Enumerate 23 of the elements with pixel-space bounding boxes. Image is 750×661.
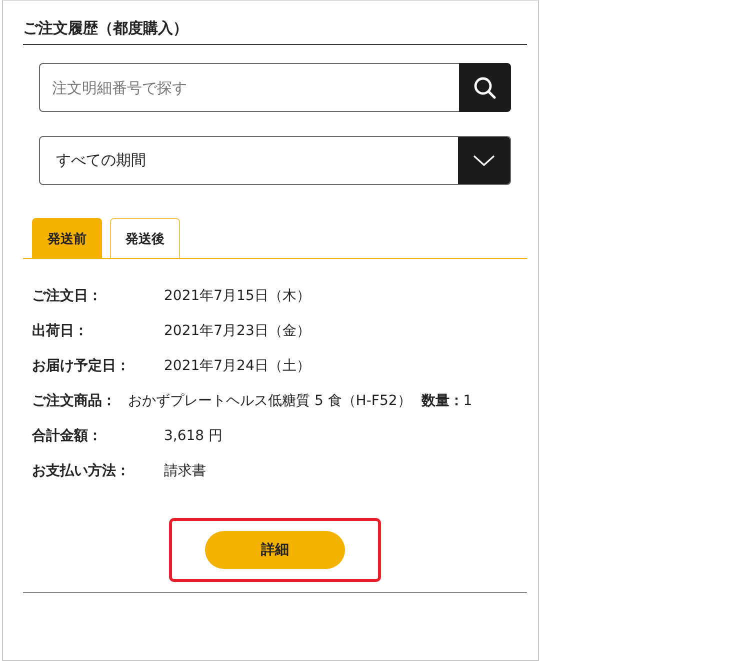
- field-value: 請求書: [164, 462, 206, 480]
- search-button[interactable]: [459, 63, 511, 112]
- field-value: 3,618 円: [164, 427, 223, 445]
- field-label: 出荷日：: [32, 322, 89, 340]
- search-field[interactable]: 注文明細番号で探す: [39, 63, 459, 112]
- tab[interactable]: 発送前: [32, 218, 102, 258]
- period-dropdown[interactable]: すべての期間: [39, 136, 511, 185]
- page-heading: ご注文履歴（都度購入）: [23, 1, 527, 45]
- field-label: お届け予定日：: [32, 357, 131, 375]
- field-value: 2021年7月23日（金）: [164, 322, 310, 340]
- detail-button[interactable]: 詳細: [205, 531, 345, 569]
- field-value: 2021年7月15日（木）: [164, 287, 310, 305]
- field-label: 合計金額：: [32, 427, 103, 445]
- search-icon: [473, 76, 497, 100]
- tab[interactable]: 発送後: [110, 218, 180, 258]
- quantity-label: 数量：: [421, 392, 464, 410]
- field-label: お支払い方法：: [32, 462, 131, 480]
- field-value: 2021年7月24日（土）: [164, 357, 310, 375]
- field-value: おかずプレートヘルス低糖質 5 食（H-F52）: [128, 392, 412, 410]
- chevron-down-icon: [473, 154, 495, 166]
- field-label: ご注文日：: [32, 287, 103, 305]
- quantity-value: 1: [463, 393, 472, 409]
- field-label: ご注文商品：: [32, 392, 116, 410]
